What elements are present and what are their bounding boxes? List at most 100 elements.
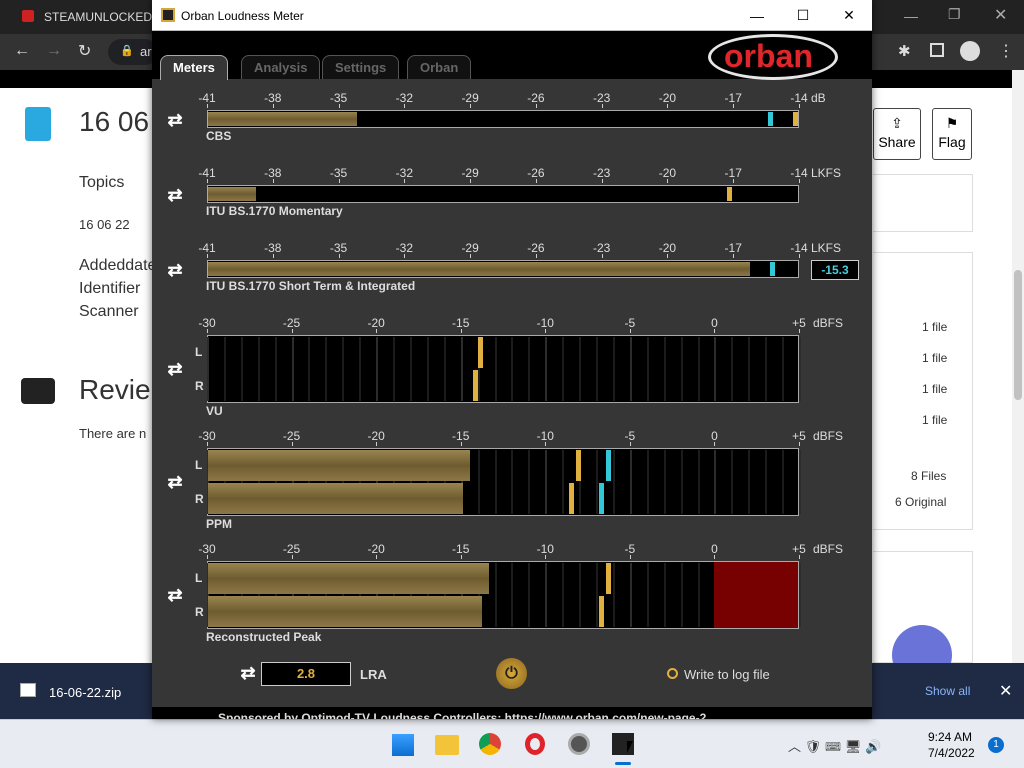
ppm-channel-L: L — [195, 458, 203, 472]
recon-over-zone — [714, 562, 798, 628]
item-title: 16 06 — [79, 106, 150, 137]
minimize-icon[interactable]: — — [734, 0, 780, 31]
opera-icon[interactable] — [525, 733, 545, 755]
tab-analysis[interactable]: Analysis — [241, 55, 321, 79]
meta-scanner: Scanner — [79, 303, 139, 320]
file-row-2[interactable]: 1 file — [922, 351, 947, 365]
share-button[interactable]: ⇪ Share — [873, 108, 921, 160]
shortterm-scale-tick — [272, 254, 274, 258]
audio-item-icon — [25, 107, 51, 141]
ppm-scale-tick — [545, 442, 547, 446]
recon-gridline — [528, 563, 531, 627]
file-row-4[interactable]: 1 file — [922, 413, 947, 427]
start-icon[interactable] — [392, 734, 414, 756]
ppm-reset-icon[interactable]: ⇄ — [166, 473, 184, 491]
menu-icon[interactable]: ⋮ — [998, 41, 1014, 61]
show-all-link[interactable]: Show all — [925, 684, 970, 698]
recon-reset-icon[interactable]: ⇄ — [166, 586, 184, 604]
vu-gridline — [782, 337, 785, 401]
vu-R-peak — [472, 370, 478, 401]
cbs-scale-tick — [535, 104, 537, 108]
cbs-reset-icon[interactable]: ⇄ — [166, 111, 184, 129]
momentary-scale-tick — [799, 179, 800, 183]
steamunlocked-favicon-icon — [22, 10, 34, 22]
media-app-icon[interactable] — [568, 733, 590, 755]
address-text: ar — [140, 44, 152, 59]
momentary-scale-tick — [470, 179, 472, 183]
shortterm-scale-tick — [404, 254, 406, 258]
notification-badge[interactable]: 1 — [988, 737, 1004, 753]
extensions-icon[interactable]: ✱ — [898, 42, 911, 60]
file-row-1[interactable]: 1 file — [922, 320, 947, 334]
clock-time[interactable]: 9:24 AM — [928, 730, 972, 744]
chrome-icon[interactable] — [479, 733, 501, 755]
ppm-gridline — [731, 450, 734, 514]
reload-icon[interactable]: ↻ — [78, 41, 91, 61]
tab-orban[interactable]: Orban — [407, 55, 472, 79]
ppm-L-peak — [575, 450, 581, 481]
ppm-gridline — [663, 450, 666, 514]
momentary-scale-tick-label: -41 — [198, 166, 216, 180]
recon-scale-tick-label: 0 — [711, 542, 718, 556]
lra-reset-icon[interactable]: ⇄ — [239, 664, 257, 682]
clock-date[interactable]: 7/4/2022 — [928, 746, 975, 760]
ppm-gridline — [680, 450, 683, 514]
vu-scale-tick — [799, 329, 800, 333]
files-total[interactable]: 8 Files — [911, 469, 946, 483]
browser-tab-title[interactable]: STEAMUNLOCKED » — [44, 10, 162, 24]
recon-gridline — [494, 563, 497, 627]
sidebar-icon[interactable] — [930, 43, 944, 57]
original-count[interactable]: 6 Original — [895, 495, 946, 509]
shortterm-reset-icon[interactable]: ⇄ — [166, 261, 184, 279]
profile-icon[interactable] — [960, 41, 980, 61]
ppm-R-level — [208, 483, 464, 514]
recon-scale-tick — [460, 555, 462, 559]
recon-gridline — [646, 563, 649, 627]
forward-icon[interactable]: → — [46, 42, 62, 60]
vu-scale-tick-label: 0 — [711, 316, 718, 330]
close-download-bar-icon[interactable]: ✕ — [999, 681, 1012, 701]
shortterm-scale-tick-label: -35 — [329, 241, 348, 255]
close-browser-icon[interactable]: ✕ — [994, 5, 1007, 25]
momentary-scale-tick — [667, 179, 669, 183]
momentary-reset-icon[interactable]: ⇄ — [166, 186, 184, 204]
cbs-scale-tick-label: -35 — [329, 91, 348, 105]
taskbar: ︿ 🛡 ⌨ 🖥 🔊 9:24 AM 7/4/2022 1 — [0, 719, 1024, 768]
taskbar-indicator — [615, 762, 631, 765]
minimize-browser-icon[interactable]: — — [904, 8, 918, 24]
restore-browser-icon[interactable]: ❐ — [948, 6, 961, 23]
shortterm-marker — [770, 262, 776, 276]
shortterm-scale-tick — [601, 254, 603, 258]
vu-gridline — [612, 337, 615, 401]
shortterm-scale-tick-label: -29 — [461, 241, 479, 255]
cbs-scale-tick-label: -14 — [790, 91, 808, 105]
orban-titlebar: Orban Loudness Meter — ☐ ✕ — [152, 0, 872, 31]
back-icon[interactable]: ← — [14, 42, 30, 60]
momentary-scale-tick-label: -38 — [264, 166, 282, 180]
tab-settings[interactable]: Settings — [322, 55, 400, 79]
system-tray-icons[interactable]: ︿ 🛡 ⌨ 🖥 🔊 — [788, 736, 881, 755]
close-icon[interactable]: ✕ — [826, 0, 872, 31]
cbs-scale-tick — [207, 104, 208, 108]
log-radio[interactable] — [667, 668, 678, 679]
scrollbar-thumb[interactable] — [1014, 270, 1022, 400]
power-button[interactable]: ⏻ — [496, 658, 527, 689]
flag-button[interactable]: ⚑ Flag — [932, 108, 972, 160]
sponsor-text[interactable]: Sponsored by Optimod-TV Loudness Control… — [218, 711, 706, 719]
log-label[interactable]: Write to log file — [684, 667, 770, 682]
vu-gridline — [393, 337, 396, 401]
vu-gridline — [511, 337, 514, 401]
momentary-scale-tick-label: -23 — [592, 166, 611, 180]
vu-reset-icon[interactable]: ⇄ — [166, 360, 184, 378]
vu-gridline — [308, 337, 311, 401]
ppm-scale-tick — [799, 442, 800, 446]
file-row-3[interactable]: 1 file — [922, 382, 947, 396]
file-explorer-icon[interactable] — [435, 735, 459, 755]
recon-gridline — [629, 563, 632, 627]
tab-meters[interactable]: Meters — [160, 55, 228, 80]
topics-value[interactable]: 16 06 22 — [79, 217, 130, 232]
ppm-gridline — [799, 450, 801, 514]
recon-scale-unit: dBFS — [813, 542, 844, 556]
download-filename[interactable]: 16-06-22.zip — [49, 685, 121, 700]
maximize-icon[interactable]: ☐ — [780, 0, 826, 31]
